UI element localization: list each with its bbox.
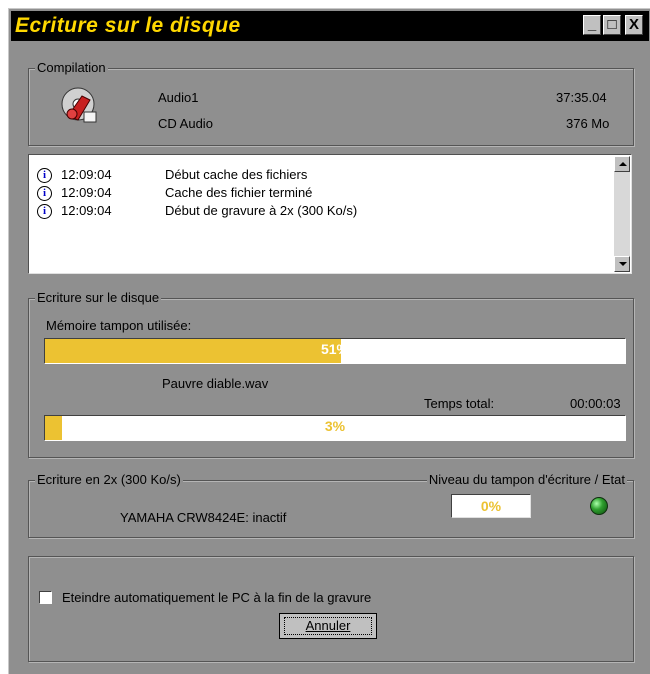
info-icon: i: [37, 186, 52, 201]
total-time-value: 00:00:03: [570, 396, 621, 411]
title-bar[interactable]: Ecriture sur le disque _ □ X: [11, 11, 649, 41]
log-message: Cache des fichier terminé: [165, 185, 313, 200]
minimize-button[interactable]: _: [583, 15, 601, 35]
log-row: i 12:09:04 Cache des fichier terminé: [37, 185, 597, 203]
shutdown-checkbox[interactable]: [39, 591, 52, 604]
log-time: 12:09:04: [61, 167, 112, 182]
window-title: Ecriture sur le disque: [15, 14, 241, 37]
cd-audio-icon: [61, 87, 97, 123]
compilation-legend: Compilation: [35, 60, 108, 75]
info-icon: i: [37, 204, 52, 219]
write-buffer-level: 0%: [451, 494, 531, 518]
compilation-duration: 37:35.04: [556, 90, 607, 105]
write-progress-text: 3%: [324, 418, 346, 434]
current-file: Pauvre diable.wav: [162, 376, 269, 391]
writing-legend: Ecriture sur le disque: [35, 290, 162, 305]
buffer-progress-text: 51%: [320, 341, 350, 357]
compilation-type: CD Audio: [158, 116, 213, 131]
shutdown-label[interactable]: Eteindre automatiquement le PC à la fin …: [62, 590, 371, 605]
compilation-group: Compilation: [28, 60, 634, 146]
log-message: Début de gravure à 2x (300 Ko/s): [165, 203, 358, 218]
log-time: 12:09:04: [61, 203, 112, 218]
speed-legend: Ecriture en 2x (300 Ko/s): [35, 472, 183, 487]
log-row: i 12:09:04 Début de gravure à 2x (300 Ko…: [37, 203, 597, 221]
status-led-icon: [590, 497, 608, 515]
write-buffer-legend: Niveau du tampon d'écriture / Etat: [426, 472, 627, 487]
total-time-label: Temps total:: [424, 396, 495, 411]
cancel-button[interactable]: Annuler: [279, 613, 377, 639]
log-list[interactable]: i 12:09:04 Début cache des fichiers i 12…: [28, 154, 632, 274]
log-time: 12:09:04: [61, 185, 112, 200]
info-icon: i: [37, 168, 52, 183]
scroll-up-button[interactable]: [614, 156, 630, 172]
scroll-down-button[interactable]: [614, 256, 630, 272]
arrow-up-icon: [619, 162, 627, 166]
device-group: Ecriture en 2x (300 Ko/s) Niveau du tamp…: [28, 472, 634, 538]
log-message: Début cache des fichiers: [165, 167, 308, 182]
compilation-name: Audio1: [158, 90, 199, 105]
buffer-label: Mémoire tampon utilisée:: [46, 318, 192, 333]
log-row: i 12:09:04 Début cache des fichiers: [37, 167, 597, 185]
drive-status: YAMAHA CRW8424E: inactif: [120, 510, 287, 525]
focus-rect: [284, 617, 372, 635]
buffer-progress-bar: 51%: [44, 338, 626, 364]
options-group: [28, 556, 634, 662]
log-scrollbar[interactable]: [614, 156, 630, 272]
close-button[interactable]: X: [625, 15, 643, 35]
arrow-down-icon: [619, 262, 627, 266]
write-progress-bar: 3%: [44, 415, 626, 441]
compilation-size: 376 Mo: [566, 116, 610, 131]
maximize-button[interactable]: □: [603, 15, 621, 35]
